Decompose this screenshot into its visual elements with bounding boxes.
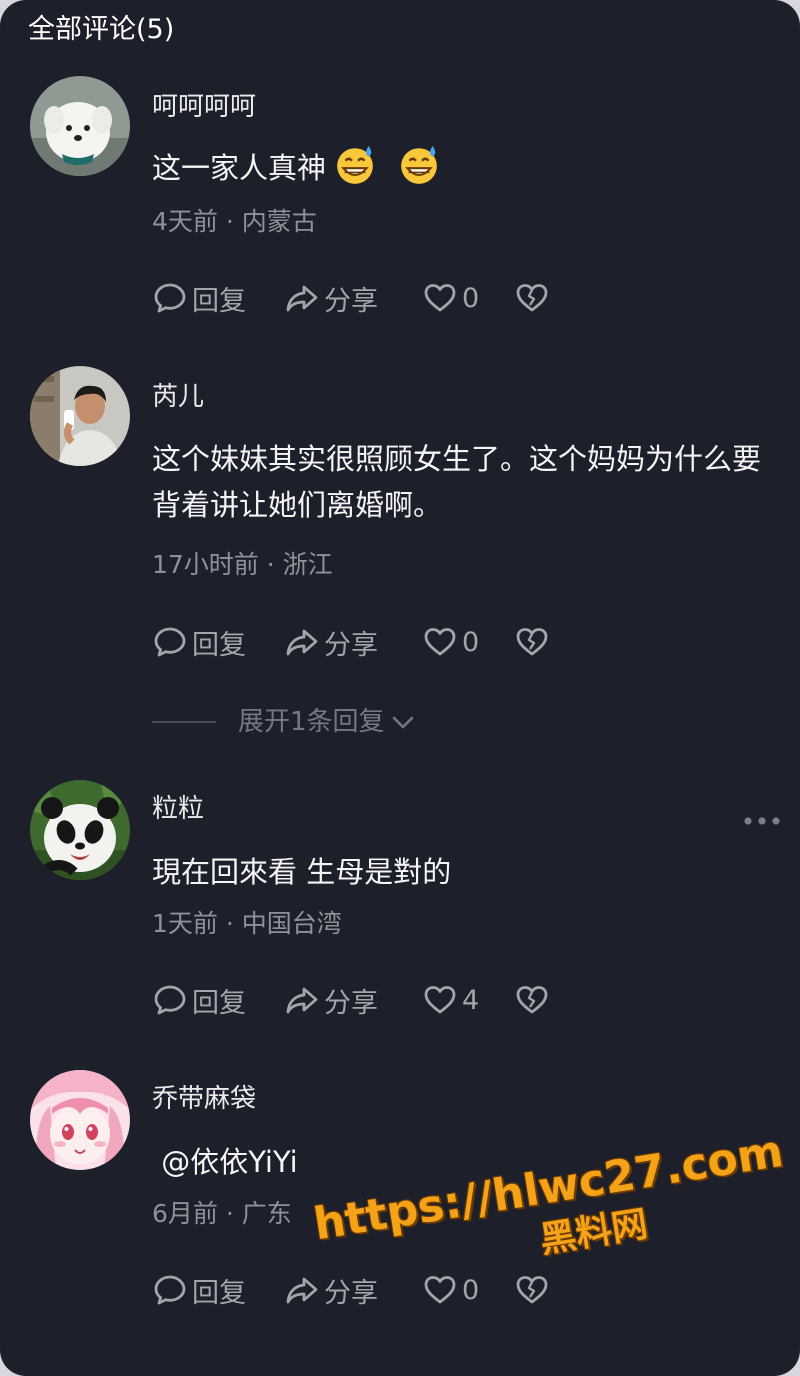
broken-heart-icon bbox=[516, 1276, 548, 1304]
heart-outline-icon bbox=[424, 1276, 456, 1304]
share-label: 分享 bbox=[324, 987, 378, 1019]
share-button[interactable]: 分享 bbox=[284, 1271, 422, 1310]
share-label: 分享 bbox=[324, 285, 378, 317]
broken-heart-icon bbox=[516, 628, 548, 656]
grinning-sweat-emoji-icon bbox=[337, 146, 373, 184]
like-count: 0 bbox=[462, 626, 480, 658]
chevron-down-icon bbox=[392, 716, 413, 729]
reply-bubble-icon bbox=[154, 1275, 186, 1305]
reply-label: 回复 bbox=[192, 1277, 246, 1309]
heart-outline-icon bbox=[424, 628, 456, 656]
grinning-sweat-emoji-icon bbox=[401, 146, 437, 184]
reply-label: 回复 bbox=[192, 987, 246, 1019]
comment-time: 1天前 bbox=[152, 909, 218, 938]
comment-meta: 1天前 · 中国台湾 bbox=[152, 909, 342, 938]
share-arrow-icon bbox=[286, 1277, 318, 1304]
comment-actions: 回复 分享 0 bbox=[152, 622, 550, 662]
reply-button[interactable]: 回复 bbox=[152, 279, 284, 318]
comment-text-content: 这一家人真神 bbox=[152, 151, 327, 185]
expand-replies-button[interactable]: 展开1条回复 bbox=[152, 700, 417, 744]
comment-text: 这个妹妹其实很照顾女生了。这个妈妈为什么要背着讲让她们离婚啊。 bbox=[152, 442, 762, 522]
dislike-button[interactable] bbox=[514, 982, 550, 1018]
comment-location: 广东 bbox=[241, 1199, 292, 1228]
reply-button[interactable]: 回复 bbox=[152, 623, 284, 662]
comment-time: 6月前 bbox=[152, 1199, 218, 1228]
comment-actions: 回复 分享 0 bbox=[152, 278, 550, 318]
avatar[interactable] bbox=[30, 366, 130, 466]
reply-bubble-icon bbox=[154, 283, 186, 313]
avatar[interactable] bbox=[30, 1070, 130, 1170]
dislike-button[interactable] bbox=[514, 624, 550, 660]
reply-label: 回复 bbox=[192, 629, 246, 661]
broken-heart-icon bbox=[516, 986, 548, 1014]
heart-outline-icon bbox=[424, 986, 456, 1014]
comment-text: @依依YiYi bbox=[152, 1145, 298, 1179]
like-button[interactable]: 4 bbox=[422, 982, 514, 1018]
like-button[interactable]: 0 bbox=[422, 624, 514, 660]
like-count: 0 bbox=[462, 282, 480, 314]
share-arrow-icon bbox=[286, 629, 318, 656]
comment-time: 17小时前 bbox=[152, 550, 259, 579]
reply-button[interactable]: 回复 bbox=[152, 981, 284, 1020]
reply-label: 回复 bbox=[192, 285, 246, 317]
avatar[interactable] bbox=[30, 76, 130, 176]
comment-actions: 回复 分享 0 bbox=[152, 1270, 550, 1310]
watermark-name: 黑料网 bbox=[537, 1203, 651, 1262]
dislike-button[interactable] bbox=[514, 280, 550, 316]
avatar[interactable] bbox=[30, 780, 130, 880]
comment-meta: 4天前 · 内蒙古 bbox=[152, 207, 317, 236]
comment-meta: 17小时前 · 浙江 bbox=[152, 550, 333, 579]
share-arrow-icon bbox=[286, 987, 318, 1014]
share-label: 分享 bbox=[324, 629, 378, 661]
comment-location: 内蒙古 bbox=[241, 207, 317, 236]
comment-username[interactable]: 呵呵呵呵 bbox=[152, 90, 256, 124]
comments-header: 全部评论(5) bbox=[28, 14, 175, 45]
like-button[interactable]: 0 bbox=[422, 1272, 514, 1308]
share-button[interactable]: 分享 bbox=[284, 623, 422, 662]
like-count: 0 bbox=[462, 1274, 480, 1306]
share-label: 分享 bbox=[324, 1277, 378, 1309]
comment-actions: 回复 分享 4 bbox=[152, 980, 550, 1020]
share-button[interactable]: 分享 bbox=[284, 279, 422, 318]
more-options-button[interactable] bbox=[742, 808, 782, 834]
comment-location: 中国台湾 bbox=[241, 909, 342, 938]
expand-divider bbox=[152, 721, 216, 723]
reply-bubble-icon bbox=[154, 985, 186, 1015]
reply-button[interactable]: 回复 bbox=[152, 1271, 284, 1310]
share-arrow-icon bbox=[286, 285, 318, 312]
comment-meta: 6月前 · 广东 bbox=[152, 1199, 292, 1228]
comment-username[interactable]: 芮儿 bbox=[152, 380, 204, 414]
broken-heart-icon bbox=[516, 284, 548, 312]
comment-username[interactable]: 乔带麻袋 bbox=[152, 1082, 256, 1116]
comments-panel: 全部评论(5) 呵呵呵呵 这一家人真神 4天前 · 内蒙古 回复 分享 0 芮儿… bbox=[0, 0, 800, 1376]
comment-username[interactable]: 粒粒 bbox=[152, 792, 204, 826]
like-count: 4 bbox=[462, 984, 480, 1016]
share-button[interactable]: 分享 bbox=[284, 981, 422, 1020]
dislike-button[interactable] bbox=[514, 1272, 550, 1308]
comment-text: 这一家人真神 bbox=[152, 144, 777, 191]
comment-text: 現在回來看 生母是對的 bbox=[152, 855, 452, 889]
heart-outline-icon bbox=[424, 284, 456, 312]
more-dots-icon bbox=[744, 817, 780, 825]
comment-location: 浙江 bbox=[282, 550, 333, 579]
like-button[interactable]: 0 bbox=[422, 280, 514, 316]
reply-bubble-icon bbox=[154, 627, 186, 657]
comment-time: 4天前 bbox=[152, 207, 218, 236]
expand-label: 展开1条回复 bbox=[238, 707, 385, 737]
